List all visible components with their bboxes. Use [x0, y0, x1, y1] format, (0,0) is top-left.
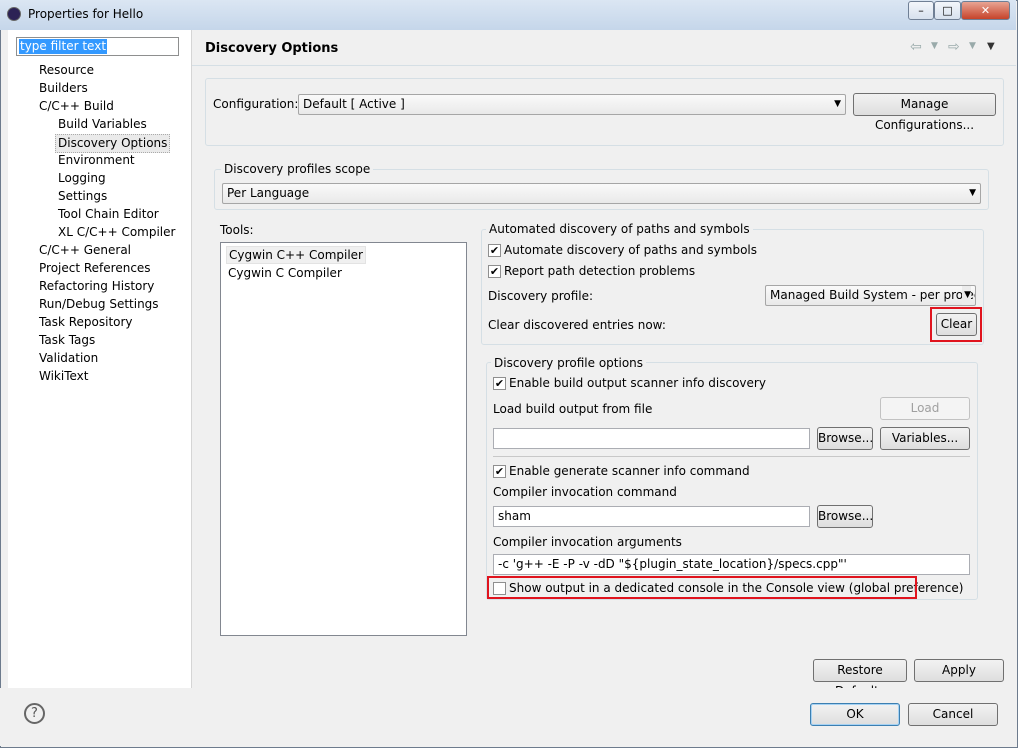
window-title: Properties for Hello [28, 7, 144, 21]
chevron-down-icon[interactable]: ▼ [931, 41, 938, 51]
enable-generate-label: Enable generate scanner info command [509, 464, 750, 478]
tools-list[interactable]: Cygwin C++ Compiler Cygwin C Compiler [220, 242, 467, 636]
automate-discovery-checkbox[interactable]: ✔ [488, 244, 501, 257]
invocation-command-label: Compiler invocation command [493, 485, 677, 499]
configuration-select[interactable]: Default [ Active ] ▼ [298, 94, 846, 115]
nav-item-xl-compiler[interactable]: XL C/C++ Compiler [58, 224, 175, 241]
nav-item-wikitext[interactable]: WikiText [39, 368, 89, 385]
report-problems-checkbox[interactable]: ✔ [488, 265, 501, 278]
profile-options-group-label: Discovery profile options [491, 356, 647, 370]
chevron-down-icon: ▼ [962, 286, 971, 305]
discovery-profile-select[interactable]: Managed Build System - per project ▼ [765, 285, 976, 306]
filter-input[interactable]: type filter text [16, 37, 179, 56]
list-item[interactable]: Cygwin C++ Compiler [226, 246, 366, 264]
scope-group-label: Discovery profiles scope [221, 162, 374, 176]
manage-configurations-button[interactable]: Manage Configurations... [853, 93, 996, 132]
nav-item-settings[interactable]: Settings [58, 188, 107, 205]
highlight-box-show-output [487, 576, 917, 599]
browse-command-button[interactable]: Browse... [817, 505, 873, 528]
automate-discovery-label: Automate discovery of paths and symbols [504, 243, 757, 257]
chevron-down-icon[interactable]: ▼ [969, 41, 976, 51]
nav-item-environment[interactable]: Environment [58, 152, 135, 169]
load-build-output-label: Load build output from file [493, 402, 653, 416]
nav-item-validation[interactable]: Validation [39, 350, 98, 367]
cancel-button[interactable]: Cancel [908, 703, 998, 726]
report-problems-label: Report path detection problems [504, 264, 696, 278]
configuration-label: Configuration: [213, 97, 299, 111]
page-title: Discovery Options [205, 41, 339, 56]
chevron-down-icon: ▼ [834, 99, 841, 109]
nav-item-c-cpp-build[interactable]: C/C++ Build [39, 98, 114, 115]
view-menu-icon[interactable]: ▼ [987, 41, 995, 52]
nav-item-run-debug-settings[interactable]: Run/Debug Settings [39, 296, 159, 313]
filter-text: type filter text [19, 39, 108, 54]
nav-item-tool-chain-editor[interactable]: Tool Chain Editor [58, 206, 159, 223]
scope-value: Per Language [227, 186, 310, 200]
nav-item-discovery-options[interactable]: Discovery Options [55, 134, 171, 153]
discovery-profile-value: Managed Build System - per project [770, 288, 976, 302]
header-separator [192, 65, 1016, 66]
divider [493, 456, 970, 457]
arrow-right-icon[interactable]: ⇨ [948, 39, 960, 55]
minimize-button[interactable]: – [908, 1, 934, 20]
variables-button[interactable]: Variables... [880, 427, 970, 450]
invocation-args-label: Compiler invocation arguments [493, 535, 682, 549]
enable-generate-checkbox[interactable]: ✔ [493, 465, 506, 478]
close-button[interactable]: ✕ [961, 1, 1010, 20]
configuration-value: Default [ Active ] [303, 97, 405, 111]
nav-item-refactoring-history[interactable]: Refactoring History [39, 278, 154, 295]
nav-item-builders[interactable]: Builders [39, 80, 88, 97]
nav-item-build-variables[interactable]: Build Variables [58, 116, 147, 133]
invocation-args-input[interactable]: -c 'g++ -E -P -v -dD "${plugin_state_loc… [493, 554, 970, 575]
enable-scanner-label: Enable build output scanner info discove… [509, 376, 766, 390]
nav-item-task-tags[interactable]: Task Tags [39, 332, 95, 349]
load-file-input[interactable] [493, 428, 810, 449]
ok-button[interactable]: OK [810, 703, 900, 726]
maximize-button[interactable]: □ [934, 1, 961, 20]
automated-group-label: Automated discovery of paths and symbols [486, 222, 753, 236]
invocation-command-input[interactable]: sham [493, 506, 810, 527]
restore-defaults-button[interactable]: Restore Defaults [813, 659, 907, 698]
arrow-left-icon[interactable]: ⇦ [910, 39, 922, 55]
highlight-box-clear [930, 307, 982, 342]
nav-item-project-references[interactable]: Project References [39, 260, 151, 277]
browse-button[interactable]: Browse... [817, 427, 873, 450]
nav-item-resource[interactable]: Resource [39, 62, 94, 79]
enable-scanner-checkbox[interactable]: ✔ [493, 377, 506, 390]
nav-item-logging[interactable]: Logging [58, 170, 106, 187]
discovery-profile-label: Discovery profile: [488, 289, 594, 303]
tools-label: Tools: [220, 223, 254, 237]
eclipse-app-icon [7, 7, 21, 21]
load-button[interactable]: Load [880, 397, 970, 420]
help-icon[interactable]: ? [24, 703, 45, 724]
nav-item-task-repository[interactable]: Task Repository [39, 314, 133, 331]
apply-button[interactable]: Apply [914, 659, 1004, 682]
list-item[interactable]: Cygwin C Compiler [226, 265, 344, 281]
nav-item-c-cpp-general[interactable]: C/C++ General [39, 242, 131, 259]
scope-select[interactable]: Per Language ▼ [222, 183, 981, 204]
chevron-down-icon: ▼ [969, 188, 976, 198]
clear-entries-label: Clear discovered entries now: [488, 318, 666, 332]
title-bar [0, 0, 1016, 30]
